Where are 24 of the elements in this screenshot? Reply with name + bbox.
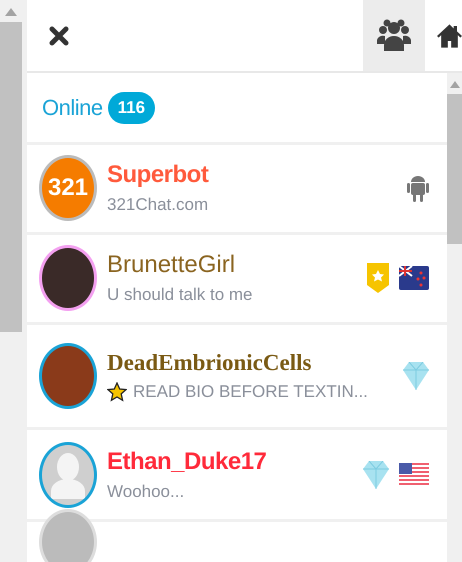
online-heading: Online [42,94,103,121]
username: BrunetteGirl [107,251,236,280]
username: Ethan_Duke17 [107,448,268,476]
username: DeadEmbrionicCells [107,350,312,376]
status-message: 321Chat.com [107,195,208,216]
scrollbar-thumb[interactable] [0,22,22,332]
online-count: 116 [108,92,156,124]
people-tab[interactable] [363,0,425,71]
close-icon [49,26,69,46]
flag-icon [399,266,429,290]
scroll-up-icon[interactable] [5,8,17,16]
scroll-up-icon[interactable] [450,81,460,88]
people-icon [377,18,411,52]
star-shield-icon [367,263,389,294]
flag-icon [399,462,429,487]
diamond-icon [403,362,429,390]
status-message: Woohoo... [107,482,184,502]
username: Superbot [107,161,210,190]
android-icon [407,173,429,204]
logo-avatar: 321 [39,155,97,222]
status-message: READ BIO BEFORE TEXTIN... [133,382,368,402]
diamond-icon [363,460,389,489]
scrollbar-thumb[interactable] [447,94,462,244]
status-message: U should talk to me [107,285,253,306]
